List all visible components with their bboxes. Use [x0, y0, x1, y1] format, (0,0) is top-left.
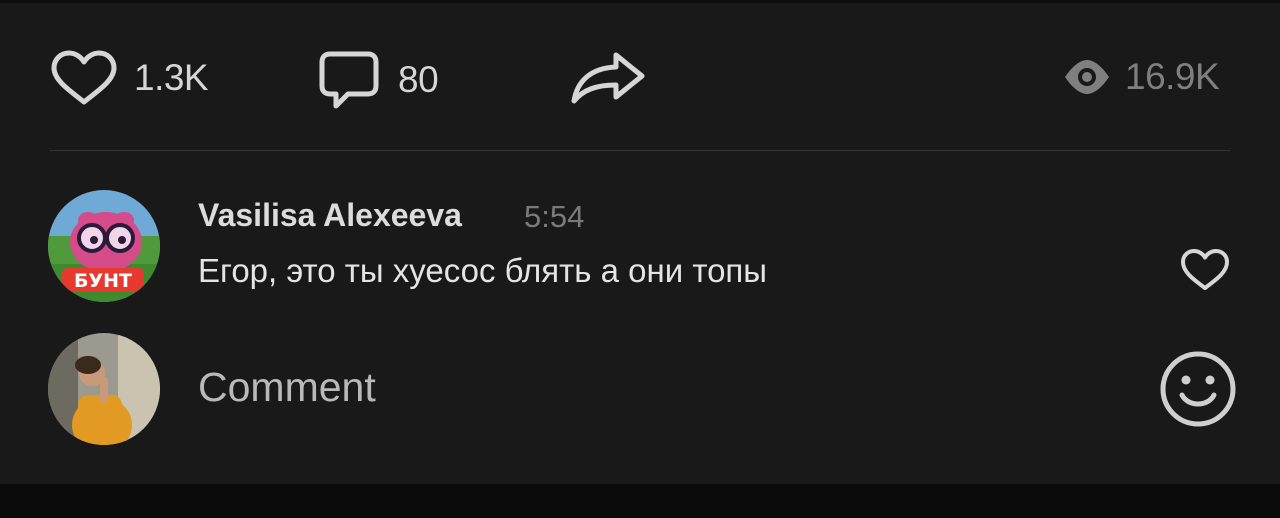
heart-outline-icon — [1181, 249, 1229, 290]
current-user-avatar — [48, 333, 160, 445]
top-edge — [0, 0, 1280, 3]
comments-count: 80 — [398, 59, 439, 100]
commenter-avatar[interactable]: БУНТ — [48, 190, 160, 302]
heart-outline-icon — [51, 50, 117, 105]
views-counter: 16.9K — [1063, 52, 1220, 102]
comment-timestamp: 5:54 — [524, 199, 585, 234]
post-footer-panel: 1.3K 80 16.9K БУНТ Vasilisa Alexeeva 5:5… — [0, 0, 1280, 484]
divider — [50, 150, 1230, 151]
bottom-bar — [0, 484, 1280, 518]
emoji-button[interactable] — [1158, 349, 1238, 434]
comments-button[interactable]: 80 — [318, 50, 439, 110]
views-count: 16.9K — [1125, 56, 1220, 97]
speech-bubble-icon — [319, 51, 379, 109]
comment-input[interactable]: Comment — [198, 364, 376, 411]
share-arrow-icon — [571, 52, 645, 104]
comment-author-name[interactable]: Vasilisa Alexeeva — [198, 197, 462, 234]
smiley-face-icon — [1160, 351, 1236, 427]
like-button[interactable]: 1.3K — [50, 50, 209, 106]
comment-text: Егор, это ты хуесос блять а они топы — [198, 252, 768, 289]
avatar-badge-text: БУНТ — [74, 270, 132, 292]
likes-count: 1.3K — [134, 57, 209, 98]
eye-icon — [1065, 60, 1109, 94]
comment-like-button[interactable] — [1180, 248, 1230, 297]
share-button[interactable] — [570, 50, 648, 106]
